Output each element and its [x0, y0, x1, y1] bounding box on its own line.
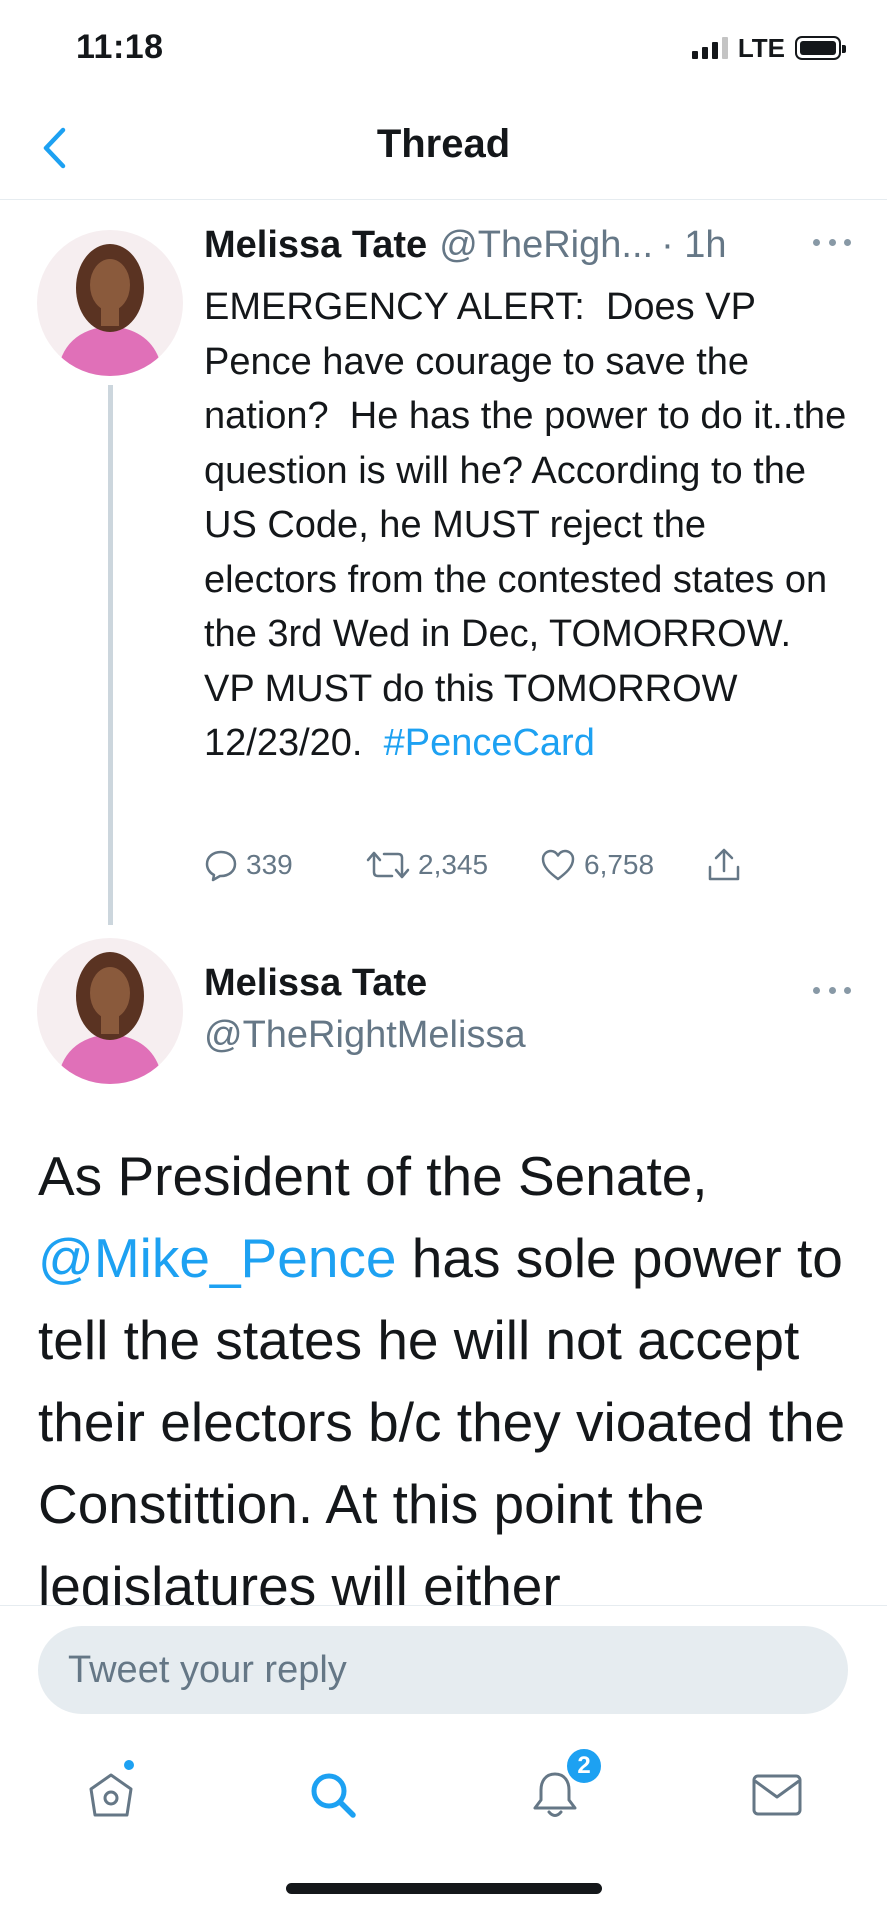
more-icon — [813, 986, 820, 994]
reply-bar — [0, 1605, 887, 1715]
tab-bar: 2 — [0, 1722, 887, 1862]
tweet-focused[interactable]: Melissa Tate @TheRightMelissa As Preside… — [0, 930, 887, 1617]
status-time: 11:18 — [76, 28, 164, 66]
tweet-parent[interactable]: Melissa Tate @TheRigh... · 1h EMERGENCY … — [0, 200, 887, 930]
retweet-icon — [366, 851, 410, 879]
tweet-text: EMERGENCY ALERT: Does VP Pence have cour… — [204, 280, 854, 771]
retweet-button[interactable]: 2,345 — [366, 840, 488, 890]
more-options-button[interactable] — [807, 222, 857, 262]
avatar[interactable] — [37, 938, 183, 1084]
more-icon — [813, 238, 820, 246]
tweet-actions: 339 2,345 6,758 — [204, 840, 764, 890]
reply-icon — [205, 850, 237, 882]
notification-badge: 2 — [564, 1746, 604, 1786]
page-title: Thread — [376, 122, 511, 166]
author-name[interactable]: Melissa Tate — [204, 962, 427, 1005]
status-bar: 11:18 LTE — [0, 0, 887, 100]
avatar[interactable] — [37, 230, 183, 376]
nav-bar: Thread — [0, 100, 887, 200]
tweet-body-start: As President of the Senate, — [38, 1145, 708, 1207]
tab-search[interactable] — [298, 1760, 368, 1830]
thread-line — [108, 385, 113, 925]
tweet-header: Melissa Tate @TheRigh... · 1h — [204, 224, 864, 274]
reply-count: 339 — [246, 849, 293, 880]
reply-input[interactable] — [38, 1626, 848, 1714]
home-indicator — [286, 1883, 602, 1894]
new-content-dot — [122, 1758, 136, 1772]
like-count: 6,758 — [584, 849, 655, 880]
tab-messages[interactable] — [742, 1760, 812, 1830]
tab-notifications[interactable]: 2 — [520, 1746, 604, 1830]
like-button[interactable]: 6,758 — [540, 840, 654, 890]
mail-icon — [752, 1774, 802, 1816]
signal-icon — [691, 37, 728, 59]
retweet-count: 2,345 — [418, 849, 489, 880]
author-handle[interactable]: @TheRightMelissa — [204, 1014, 526, 1057]
tweet-time: · 1h — [661, 224, 727, 266]
more-options-button[interactable] — [807, 970, 857, 1010]
share-icon — [708, 848, 740, 881]
tab-home[interactable] — [76, 1758, 146, 1830]
search-icon — [311, 1773, 356, 1818]
network-label: LTE — [737, 32, 785, 63]
author-name[interactable]: Melissa Tate — [204, 224, 427, 267]
status-indicators: LTE — [691, 32, 846, 63]
hashtag-link[interactable]: #PenceCard — [384, 722, 595, 764]
mention-link[interactable]: @Mike_Pence — [38, 1227, 397, 1289]
battery-icon — [795, 36, 846, 60]
reply-button[interactable]: 339 — [204, 840, 293, 890]
heart-icon — [541, 849, 575, 881]
tweet-text: As President of the Senate, @Mike_Pence … — [38, 1135, 858, 1627]
author-handle[interactable]: @TheRigh... — [439, 224, 653, 267]
share-button[interactable] — [706, 840, 742, 890]
home-icon — [89, 1773, 133, 1817]
tweet-body: EMERGENCY ALERT: Does VP Pence have cour… — [204, 286, 857, 764]
